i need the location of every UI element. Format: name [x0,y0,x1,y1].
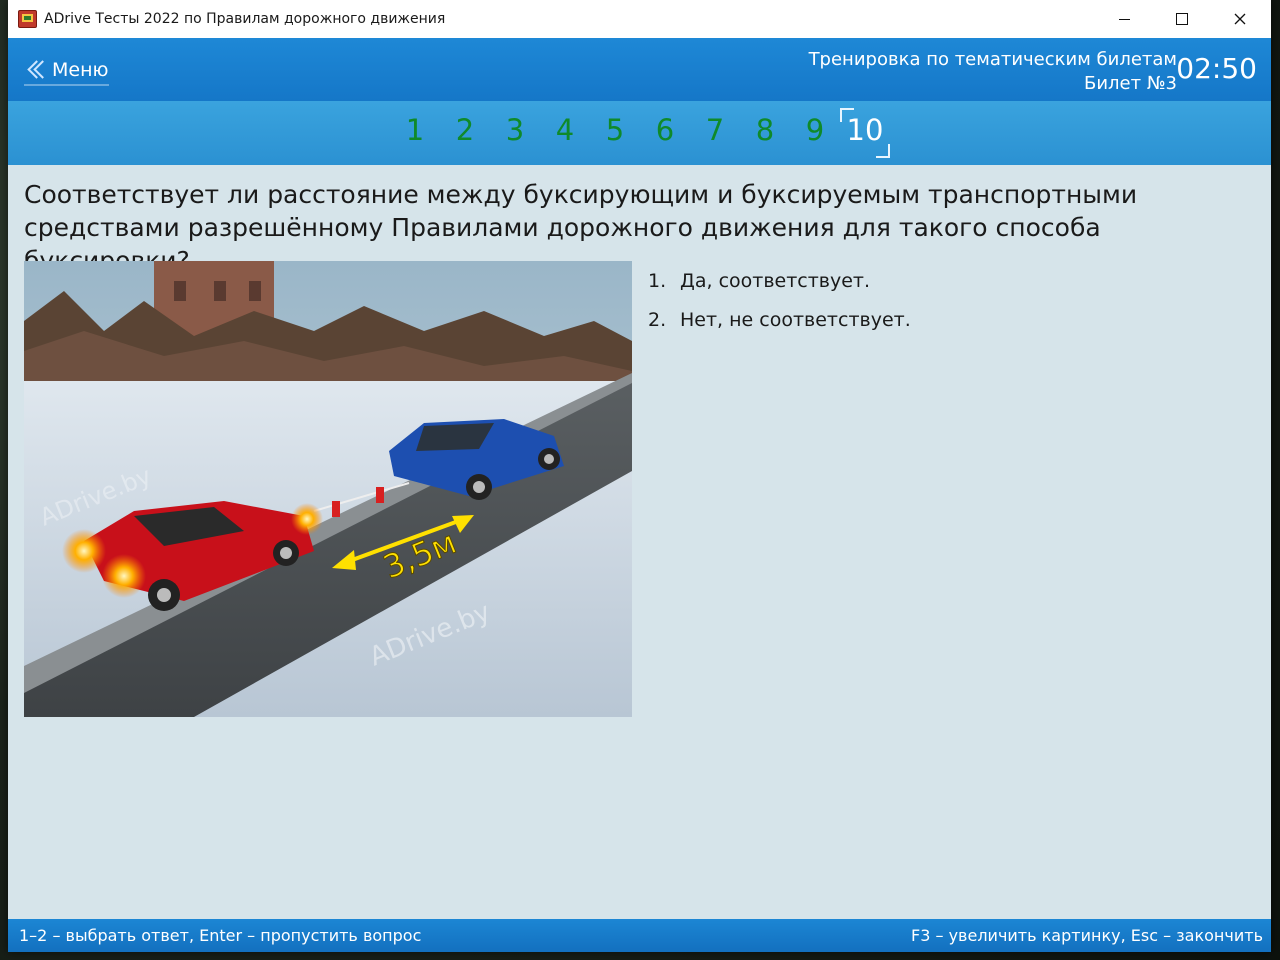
keyboard-hint-left: 1–2 – выбрать ответ, Enter – пропустить … [19,926,422,945]
app-logo-icon [18,10,37,28]
question-tab-4[interactable]: 4 [545,113,585,147]
minimize-icon [1118,18,1130,20]
mode-title: Тренировка по тематическим билетам Билет… [809,48,1177,96]
keyboard-hint-right: F3 – увеличить картинку, Esc – закончить [911,926,1263,945]
answer-number: 2. [648,308,667,331]
mode-name: Тренировка по тематическим билетам [808,49,1177,70]
question-tab-1[interactable]: 1 [395,113,435,147]
ticket-number: Билет №3 [1083,73,1177,94]
question-tab-5[interactable]: 5 [595,113,635,147]
question-tab-9[interactable]: 9 [795,113,835,147]
answer-option-1[interactable]: 1. Да, соответствует. [648,261,1248,300]
question-picture[interactable]: 3,5м ADrive.by ADrive.by [24,261,632,717]
answer-text: Нет, не соответствует. [680,308,911,331]
menu-label: Меню [52,59,109,81]
question-navigator: 1 2 3 4 5 6 7 8 9 10 [8,101,1271,165]
answer-text: Да, соответствует. [680,269,871,292]
header-bar: Меню Тренировка по тематическим билетам … [8,38,1271,101]
app-window: ADrive Тесты 2022 по Правилам дорожного … [8,0,1271,952]
question-tab-7[interactable]: 7 [695,113,735,147]
question-tab-8[interactable]: 8 [745,113,785,147]
question-tab-3[interactable]: 3 [495,113,535,147]
status-bar: 1–2 – выбрать ответ, Enter – пропустить … [8,919,1271,952]
answer-number: 1. [648,269,667,292]
close-icon [1234,13,1246,25]
question-tab-2[interactable]: 2 [445,113,485,147]
towing-scene-image: 3,5м ADrive.by ADrive.by [24,261,632,717]
countdown-timer: 02:50 [1176,52,1257,85]
answers-list: 1. Да, соответствует. 2. Нет, не соответ… [648,261,1248,339]
minimize-button[interactable] [1095,0,1153,38]
answer-option-2[interactable]: 2. Нет, не соответствует. [648,300,1248,339]
close-button[interactable] [1211,0,1269,38]
window-title: ADrive Тесты 2022 по Правилам дорожного … [44,11,446,27]
maximize-button[interactable] [1153,0,1211,38]
menu-button[interactable]: Меню [24,56,109,86]
title-bar: ADrive Тесты 2022 по Правилам дорожного … [8,0,1271,38]
maximize-icon [1176,13,1188,25]
question-tab-10[interactable]: 10 [845,113,885,147]
back-chevron-icon [24,58,48,82]
question-tab-6[interactable]: 6 [645,113,685,147]
